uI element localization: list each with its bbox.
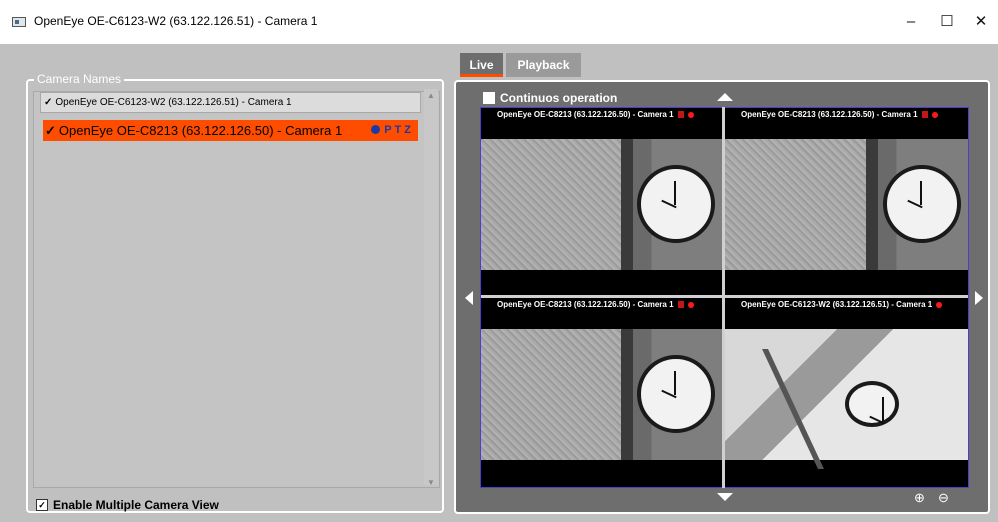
continuous-operation-checkbox[interactable]: Continuos operation <box>483 91 617 105</box>
record-icon <box>936 301 943 308</box>
record-icon <box>687 301 694 308</box>
camera-cell-label: OpenEye OE-C8213 (63.122.126.50) - Camer… <box>741 110 938 119</box>
minimize-button[interactable]: – <box>896 10 926 34</box>
record-icon <box>931 111 938 118</box>
motion-icon <box>677 301 684 309</box>
clock-image <box>883 165 961 243</box>
grid-divider-horizontal[interactable] <box>481 295 968 298</box>
tab-playback[interactable]: Playback <box>506 53 581 77</box>
arrow-up-icon[interactable] <box>717 93 733 101</box>
video-feed <box>725 329 968 469</box>
tab-live[interactable]: Live <box>460 53 503 77</box>
clock-image <box>637 165 715 243</box>
video-feed <box>481 139 722 270</box>
camera-list <box>33 91 440 488</box>
check-icon: ✓ <box>44 97 53 108</box>
video-feed <box>481 329 722 460</box>
close-button[interactable]: ✕ <box>966 10 996 34</box>
title-bar: OpenEye OE-C6123-W2 (63.122.126.51) - Ca… <box>0 0 998 44</box>
arrow-left-icon[interactable] <box>465 291 473 305</box>
motion-icon <box>677 111 684 119</box>
camera-item-label: OpenEye OE-C8213 (63.122.126.50) - Camer… <box>58 123 343 138</box>
maximize-button[interactable]: ☐ <box>932 10 962 34</box>
motion-icon <box>921 111 928 119</box>
zoom-out-icon[interactable]: ⊖ <box>938 490 949 506</box>
checkbox-icon[interactable]: ✓ <box>36 498 48 511</box>
camera-list-item-selected[interactable]: ✓ OpenEye OE-C8213 (63.122.126.50) - Came… <box>43 120 418 141</box>
camera-cell[interactable]: OpenEye OE-C8213 (63.122.126.50) - Camer… <box>481 298 722 487</box>
camera-item-label: OpenEye OE-C6123-W2 (63.122.126.51) - Ca… <box>55 97 292 108</box>
arrow-right-icon[interactable] <box>975 291 983 305</box>
app-icon <box>12 17 26 27</box>
zoom-in-icon[interactable]: ⊕ <box>914 490 925 506</box>
camera-list-item[interactable]: ✓ OpenEye OE-C6123-W2 (63.122.126.51) - C… <box>40 92 421 113</box>
camera-names-legend: Camera Names <box>34 72 125 86</box>
check-icon: ✓ <box>45 123 56 138</box>
arrow-down-icon[interactable] <box>717 493 733 501</box>
clock-image <box>637 355 715 433</box>
camera-cell[interactable]: OpenEye OE-C8213 (63.122.126.50) - Camer… <box>481 108 722 295</box>
ptz-label: PTZ <box>384 124 414 136</box>
scroll-up-icon[interactable]: ▲ <box>427 91 435 100</box>
record-icon <box>687 111 694 118</box>
camera-list-scrollbar[interactable] <box>424 89 438 485</box>
ptz-camera-icon <box>371 124 381 134</box>
continuous-operation-label: Continuos operation <box>500 91 618 105</box>
camera-cell-label: OpenEye OE-C6123-W2 (63.122.126.51) - Ca… <box>741 300 943 309</box>
enable-multiple-camera-checkbox[interactable]: ✓ Enable Multiple Camera View <box>36 498 219 512</box>
camera-cell[interactable]: OpenEye OE-C6123-W2 (63.122.126.51) - Ca… <box>725 298 968 487</box>
clock-image <box>845 381 899 427</box>
camera-cell-label: OpenEye OE-C8213 (63.122.126.50) - Camer… <box>497 300 694 309</box>
enable-multiple-camera-label: Enable Multiple Camera View <box>53 498 219 512</box>
video-feed <box>725 139 968 270</box>
camera-cell[interactable]: OpenEye OE-C8213 (63.122.126.50) - Camer… <box>725 108 968 295</box>
camera-cell-label: OpenEye OE-C8213 (63.122.126.50) - Camer… <box>497 110 694 119</box>
ptz-badge[interactable]: PTZ <box>371 120 414 141</box>
window-title: OpenEye OE-C6123-W2 (63.122.126.51) - Ca… <box>34 14 318 28</box>
checkbox-icon[interactable] <box>483 91 495 104</box>
scroll-down-icon[interactable]: ▼ <box>427 478 435 487</box>
